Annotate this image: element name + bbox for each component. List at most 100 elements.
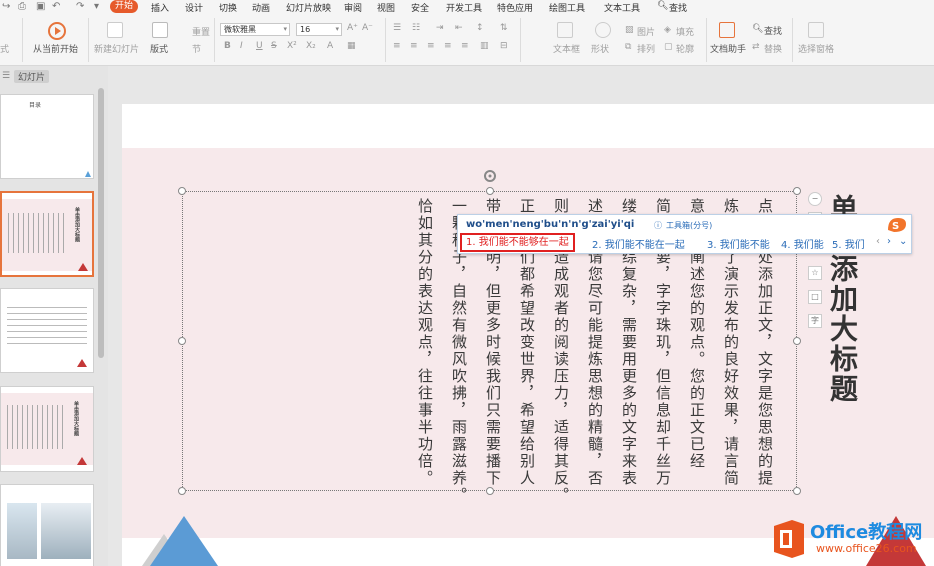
section-button[interactable]: 节 [192,42,201,55]
tab-home[interactable]: 开始 [110,0,139,13]
tab-transitions[interactable]: 切换 [219,1,237,14]
italic-icon[interactable]: I [240,41,243,51]
slide-thumbnail[interactable] [0,288,94,373]
outline-tool-icon[interactable]: □ [808,290,822,304]
resize-handle[interactable] [486,187,494,195]
slide-thumbnail[interactable] [0,484,94,566]
distributed-icon[interactable]: ≡ [461,41,469,51]
rotate-handle-icon[interactable] [483,169,497,183]
search-icon[interactable]: 🔍︎ [657,1,668,11]
tab-insert[interactable]: 插入 [151,1,169,14]
layout-icon[interactable] [152,22,168,38]
new-slide-icon[interactable] [107,22,123,38]
ime-candidate-3[interactable]: 3. 我们能不能 [707,236,770,251]
tab-text-tools[interactable]: 文本工具 [604,1,640,14]
ime-toolbox[interactable]: 工具箱(分号) [666,220,712,231]
ime-candidate-4[interactable]: 4. 我们能 [781,236,824,251]
shrink-font-icon[interactable]: A⁻ [362,23,373,33]
bold-icon[interactable]: B [224,41,231,51]
tab-special[interactable]: 特色应用 [497,1,533,14]
picture-button[interactable]: 图片 [637,25,655,38]
align-right-icon[interactable]: ≡ [427,41,435,51]
shape-icon[interactable] [595,22,611,38]
text-tool-icon[interactable]: 字 [808,314,822,328]
new-slide-button[interactable]: 新建幻灯片 [94,42,139,55]
justify-icon[interactable]: ≡ [444,41,452,51]
prev-page-icon[interactable]: ‹ [876,236,880,247]
font-name-select[interactable]: 微软雅黑 ▾ [220,23,290,36]
slide-thumbnail-selected[interactable]: 单击添加大标题 [0,191,94,277]
highlight-icon[interactable]: ▦ [347,41,356,51]
resize-handle[interactable] [793,487,801,495]
print-icon[interactable]: ⎙ [18,1,26,12]
ime-candidate-2[interactable]: 2. 我们能不能在一起 [592,236,685,251]
redo-icon[interactable]: ↪ [2,1,10,12]
textbox-button[interactable]: 文本框 [553,42,580,55]
picture-icon[interactable]: ▨ [625,25,634,35]
align-center-icon[interactable]: ≡ [410,41,418,51]
numbering-icon[interactable]: ☷ [412,23,420,33]
font-size-select[interactable]: 16 ▾ [296,23,342,36]
slide-thumbnail[interactable]: 单击添加大标题 [0,386,94,472]
columns-icon[interactable]: ▥ [480,41,489,51]
outdent-icon[interactable]: ⇤ [455,23,463,33]
underline-icon[interactable]: U [256,41,263,51]
customize-icon[interactable]: ▾ [94,1,99,12]
shape-button[interactable]: 形状 [591,42,609,55]
resize-handle[interactable] [793,337,801,345]
superscript-icon[interactable]: X² [287,41,297,51]
select-pane-icon[interactable] [808,22,824,38]
textbox-icon[interactable] [557,22,573,38]
panel-scrollbar[interactable] [98,88,104,358]
expand-icon[interactable]: ⌄ [899,236,907,247]
outline-view-icon[interactable]: ☰ [2,71,10,81]
line-spacing-icon[interactable]: ↕ [476,23,484,33]
play-from-current-button[interactable]: 从当前开始 [33,42,78,55]
ime-pinyin-input[interactable]: wo'men'neng'bu'n'n'g'zai'yi'qi [466,219,634,230]
text-direction-icon[interactable]: ⇅ [500,23,508,33]
fill-button[interactable]: 填充 [676,25,694,38]
reset-button[interactable]: 重置 [192,25,210,38]
preview-icon[interactable]: ▣ [36,1,45,12]
tab-security[interactable]: 安全 [411,1,429,14]
play-icon[interactable] [48,22,66,40]
undo-icon[interactable]: ↶ [52,1,60,12]
redo-icon-2[interactable]: ↷ [76,1,84,12]
subscript-icon[interactable]: X₂ [306,41,316,51]
doc-helper-icon[interactable] [719,22,735,38]
outline-button[interactable]: 轮廓 [676,42,694,55]
slide[interactable]: 点击此处添加正文，文字是您思想的提 炼，为了演示发布的良好效果，请言简 意赅的阐… [122,104,934,566]
doc-helper-button[interactable]: 文档助手 [710,42,746,55]
resize-handle[interactable] [178,487,186,495]
font-color-icon[interactable]: A [327,41,333,51]
ime-candidate-5[interactable]: 5. 我们 [832,236,865,251]
ime-candidate-1[interactable]: 1. 我们能不能够在一起 [460,233,575,252]
partial-format-label[interactable]: 式 [0,42,9,55]
slide-thumbnail[interactable]: 目录 [0,94,94,179]
tab-view[interactable]: 视图 [377,1,395,14]
tab-slides[interactable]: 幻灯片 [14,70,50,83]
grow-font-icon[interactable]: A⁺ [347,23,358,33]
layout-button[interactable]: 版式 [150,42,168,55]
fill-icon[interactable]: ◈ [664,25,671,35]
resize-handle[interactable] [178,337,186,345]
find-icon[interactable]: 🔍︎ [752,24,763,34]
replace-icon[interactable]: ⇄ [752,42,760,52]
shape-fill-icon[interactable]: ☆ [808,266,822,280]
strikethrough-icon[interactable]: S [271,41,277,51]
tab-developer[interactable]: 开发工具 [446,1,482,14]
resize-handle[interactable] [178,187,186,195]
bullets-icon[interactable]: ☰ [393,23,401,33]
tab-animation[interactable]: 动画 [252,1,270,14]
tab-design[interactable]: 设计 [185,1,203,14]
text-align-icon[interactable]: ⊟ [500,41,508,51]
next-page-icon[interactable]: › [887,236,891,247]
tab-drawing-tools[interactable]: 绘图工具 [549,1,585,14]
resize-handle[interactable] [486,487,494,495]
collapse-icon[interactable]: − [808,192,822,206]
find-button[interactable]: 查找 [764,24,782,37]
align-left-icon[interactable]: ≡ [393,41,401,51]
resize-handle[interactable] [793,187,801,195]
select-pane-button[interactable]: 选择窗格 [798,42,834,55]
tab-review[interactable]: 审阅 [344,1,362,14]
